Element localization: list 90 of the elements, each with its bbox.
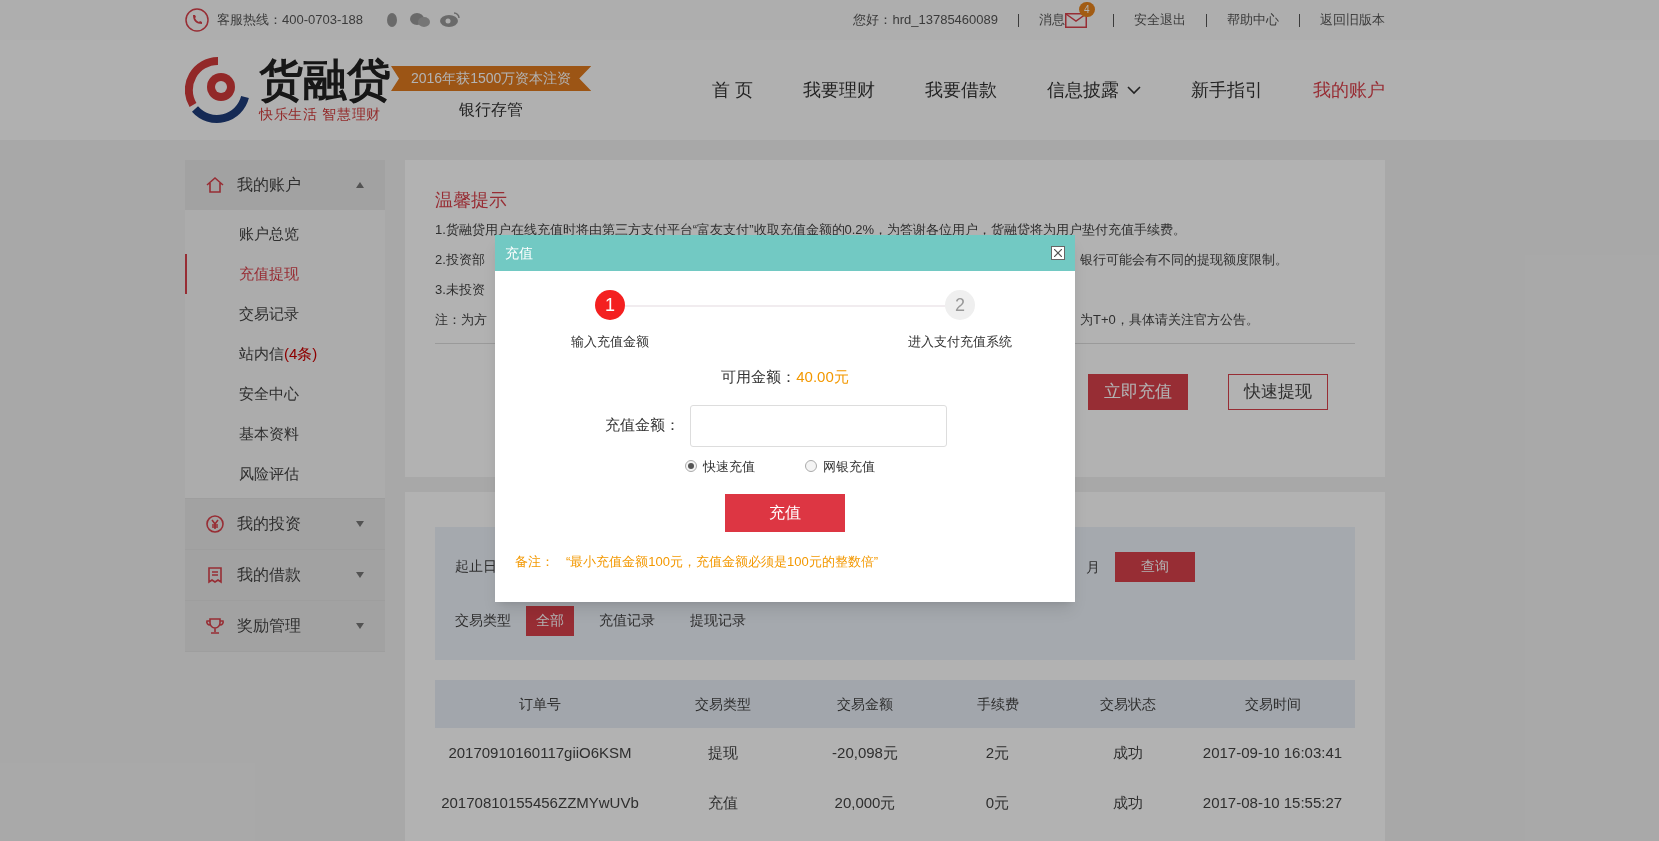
sidebar-item[interactable]: 充值提现	[185, 254, 385, 294]
table-cell-text: 提现	[706, 743, 739, 763]
bank-note-text: 银行存管	[459, 100, 524, 120]
greeting-text: 您好：hrd_13785460089	[853, 11, 998, 30]
table-cell-text: 20170910160117giiO6KSM	[447, 743, 633, 763]
logo-icon	[185, 57, 251, 123]
sidebar-item[interactable]: 风险评估	[185, 454, 385, 494]
top-link[interactable]: 返回旧版本	[1320, 10, 1385, 30]
table-cell-text: 2017-09-10 16:03:41	[1201, 743, 1344, 763]
step-label: 输入充值金额	[571, 333, 649, 351]
nav-link[interactable]: 信息披露	[1047, 76, 1141, 104]
column-header: 交易时间	[1243, 694, 1302, 714]
date-range-label: 起止日	[455, 557, 497, 576]
nav-link[interactable]: 我要理财	[803, 76, 875, 104]
step-label: 进入支付充值系统	[908, 333, 1012, 351]
house-icon	[205, 175, 225, 195]
nav-link[interactable]: 新手指引	[1191, 76, 1263, 104]
submit-button[interactable]: 充值	[725, 494, 845, 532]
logo-text: 货融贷	[259, 55, 391, 104]
step-number: 2	[945, 290, 975, 320]
sidebar-item[interactable]: 安全中心	[185, 374, 385, 414]
nav-link[interactable]: 我要借款	[925, 76, 997, 104]
sidebar-item[interactable]: 基本资料	[185, 414, 385, 454]
ribbon-banner: 2016年获1500万资本注资	[391, 66, 592, 91]
radio-option[interactable]: 快速充值	[685, 456, 755, 476]
tip-text: 3.未投资	[435, 281, 486, 300]
yen-coin-icon	[205, 514, 225, 534]
column-header: 交易类型	[693, 694, 752, 714]
caret-down-icon	[355, 571, 365, 579]
sidebar-section-header[interactable]: 我的账户	[185, 160, 385, 210]
tip-text: 2.投资部	[435, 251, 486, 270]
type-label: 交易类型	[455, 611, 511, 630]
receipt-icon	[205, 565, 225, 585]
balance-text: 可用金额：40.00元	[720, 367, 850, 387]
table-cell-text: 20170810155456ZZMYwUVb	[440, 793, 640, 813]
slogan-text: 快乐生活 智慧理财	[259, 104, 383, 124]
column-header: 手续费	[975, 694, 1020, 714]
radio-option[interactable]: 网银充值	[805, 456, 875, 476]
amount-label: 充值金额：	[605, 415, 681, 436]
table-cell-text: 成功	[1111, 743, 1144, 763]
messages-link[interactable]: 消息 4	[1039, 2, 1093, 30]
envelope-icon	[1065, 12, 1087, 28]
table-cell-text: -20,098元	[831, 743, 899, 763]
step-number: 1	[595, 290, 625, 320]
caret-down-icon	[355, 622, 365, 630]
nav-link[interactable]: 首 页	[712, 76, 753, 104]
column-header: 交易金额	[836, 694, 894, 714]
top-link[interactable]: 安全退出	[1134, 10, 1186, 30]
filter-tab[interactable]: 全部	[526, 605, 574, 636]
tips-title: 温馨提示	[435, 189, 508, 212]
period-text: 月	[1086, 557, 1100, 577]
close-icon	[1054, 249, 1062, 257]
table-cell-text: 充值	[706, 793, 739, 813]
sidebar-section-header[interactable]: 奖励管理	[185, 601, 385, 651]
count-badge: 4	[1079, 1, 1095, 17]
sidebar-item[interactable]: 站内信(4条)	[185, 334, 385, 374]
table-cell-text: 成功	[1111, 793, 1144, 813]
top-link[interactable]: 帮助中心	[1227, 10, 1279, 30]
tip-text: 银行可能会有不同的提现额度限制。	[1080, 251, 1289, 270]
table-cell-text: 20,000元	[833, 793, 897, 813]
table-cell-text: 2017-08-10 15:55:27	[1201, 793, 1344, 813]
eye-icon	[438, 11, 461, 29]
note-text: “最小充值金额100元，充值金额必须是100元的整数倍”	[566, 553, 879, 571]
tip-text: 为T+0，具体请关注官方公告。	[1080, 311, 1260, 330]
phone-icon	[185, 8, 209, 32]
note-label: 备注：	[515, 553, 554, 571]
close-button[interactable]	[1051, 246, 1065, 260]
query-button[interactable]: 查询	[1115, 551, 1195, 582]
column-header: 交易状态	[1098, 694, 1157, 714]
sidebar-section-header[interactable]: 我的投资	[185, 499, 385, 549]
amount-input[interactable]	[690, 404, 947, 447]
hotline-text: 客服热线：400-0703-188	[217, 11, 363, 30]
column-header: 订单号	[518, 694, 562, 714]
sidebar-section-header[interactable]: 我的借款	[185, 550, 385, 600]
sidebar-item[interactable]: 账户总览	[185, 214, 385, 254]
dialog-title: 充值	[505, 243, 533, 263]
caret-up-icon	[355, 181, 365, 189]
withdraw-button[interactable]: 快速提现	[1228, 374, 1328, 410]
table-cell-text: 0元	[984, 793, 1011, 813]
filter-tab[interactable]: 提现记录	[680, 605, 756, 636]
chat-bubbles-icon	[408, 11, 431, 29]
trophy-icon	[205, 616, 225, 636]
table-cell-text: 2元	[984, 743, 1011, 763]
filter-tab[interactable]: 充值记录	[589, 605, 665, 636]
caret-down-icon	[355, 520, 365, 528]
sidebar-item[interactable]: 交易记录	[185, 294, 385, 334]
chevron-down-icon	[1127, 85, 1141, 95]
tip-text: 注：为方	[435, 311, 488, 330]
nav-link[interactable]: 我的账户	[1313, 76, 1385, 104]
recharge-button[interactable]: 立即充值	[1088, 374, 1188, 410]
